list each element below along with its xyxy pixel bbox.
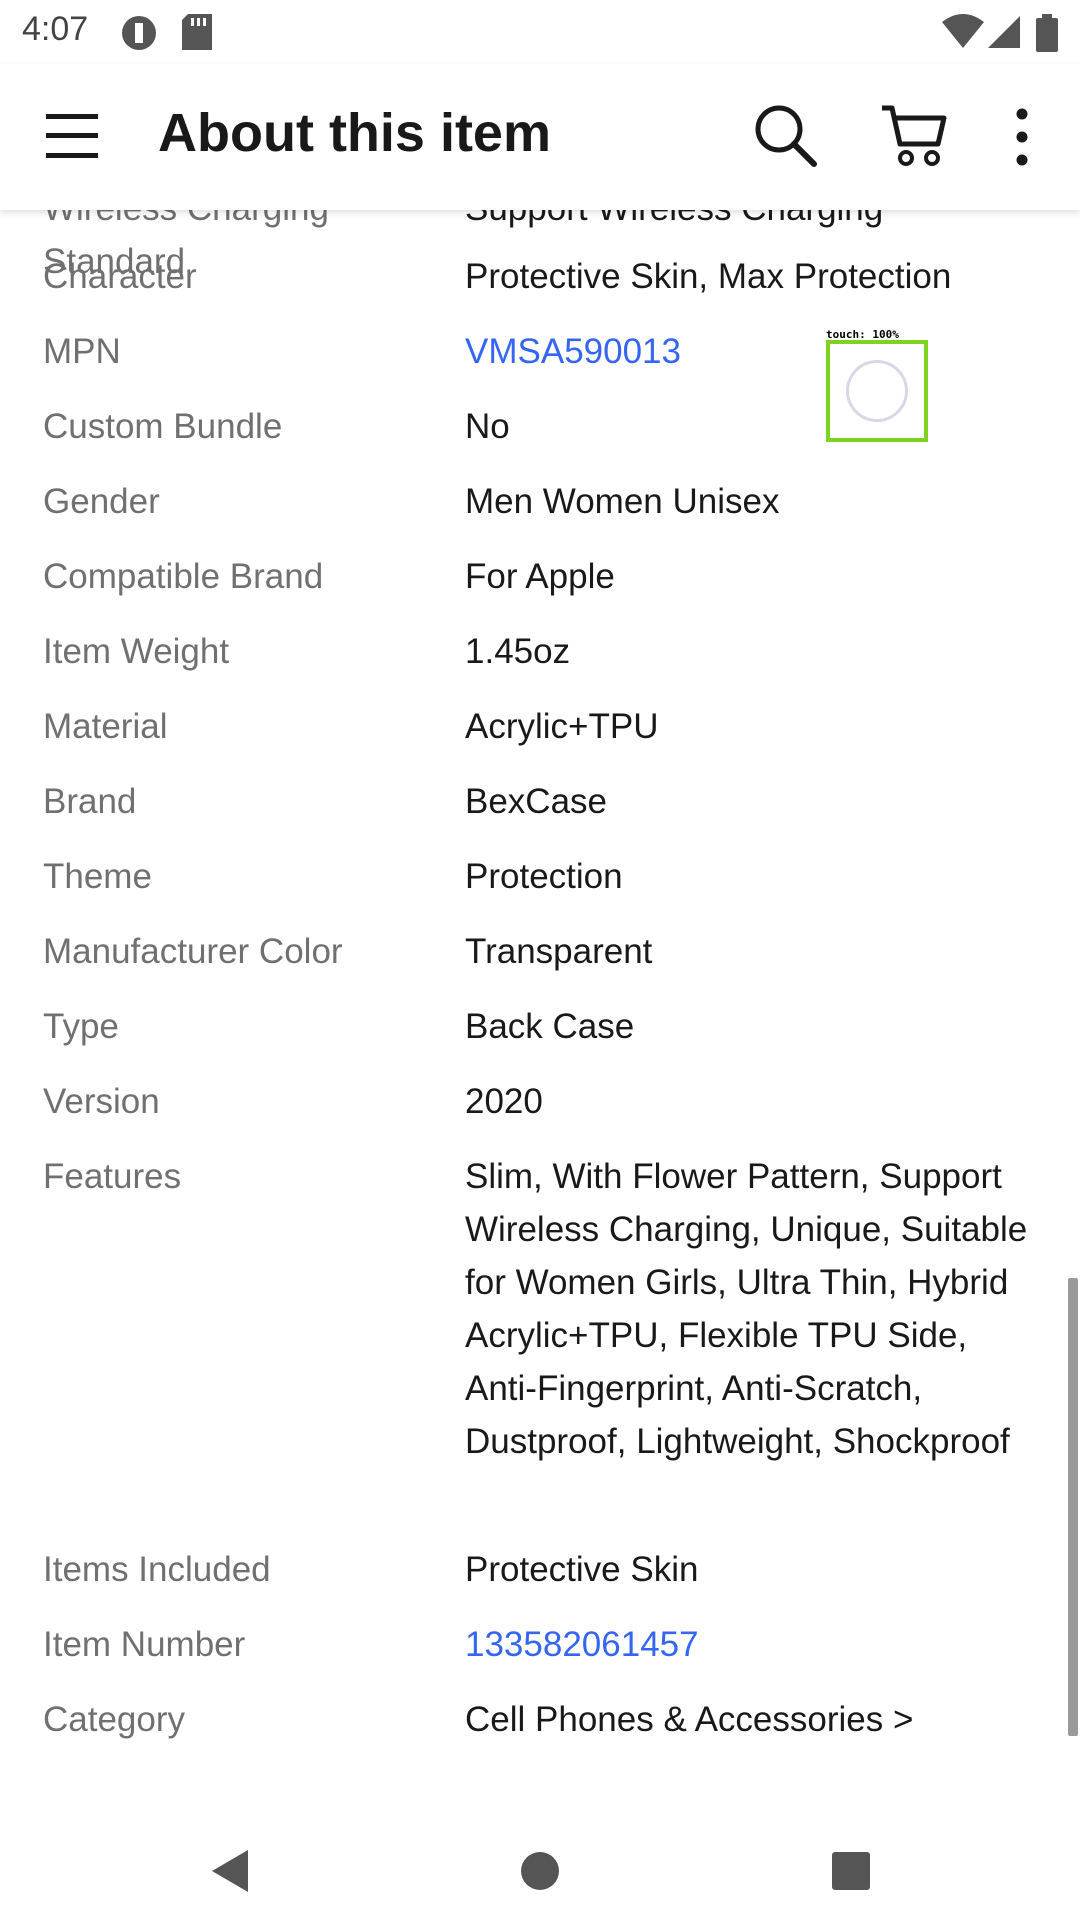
status-bar: 4:07 xyxy=(0,0,1080,64)
spec-label: MPN xyxy=(43,332,121,371)
spec-label: Theme xyxy=(43,857,152,896)
spec-label: Version xyxy=(43,1082,160,1121)
spec-value: Protection xyxy=(465,857,623,896)
spec-value: Cell Phones & Accessories > xyxy=(465,1700,914,1739)
home-icon[interactable] xyxy=(515,1846,565,1896)
spec-label: Material xyxy=(43,707,168,746)
spec-value: BexCase xyxy=(465,782,608,821)
spec-label-cut: Wireless Charging xyxy=(43,210,329,228)
spec-label: Character xyxy=(43,257,197,296)
menu-icon[interactable] xyxy=(44,108,100,164)
cart-icon[interactable] xyxy=(880,102,948,168)
spec-label: Gender xyxy=(43,482,160,521)
spec-value: Men Women Unisex xyxy=(465,482,780,521)
search-icon[interactable] xyxy=(752,102,818,168)
data-saver-icon xyxy=(120,14,158,57)
spec-value: No xyxy=(465,407,510,446)
page-title: About this item xyxy=(158,103,551,163)
status-time: 4:07 xyxy=(22,10,89,48)
spec-value: For Apple xyxy=(465,557,615,596)
sd-card-icon xyxy=(182,14,212,55)
more-vert-icon[interactable] xyxy=(1000,106,1044,168)
spec-label: Compatible Brand xyxy=(43,557,324,596)
spec-label: Type xyxy=(43,1007,119,1046)
spec-value-link[interactable]: 133582061457 xyxy=(465,1618,1045,1671)
spec-value: 2020 xyxy=(465,1082,543,1121)
spec-value: Transparent xyxy=(465,932,653,971)
spec-label: Brand xyxy=(43,782,137,821)
back-icon[interactable] xyxy=(206,1846,256,1896)
system-nav-bar xyxy=(0,1820,1080,1920)
spec-value: Support Wireless Charging xyxy=(465,210,1045,235)
app-bar: About this item xyxy=(0,64,1080,210)
spec-label: Features xyxy=(43,1157,182,1196)
spec-value: Acrylic+TPU xyxy=(465,707,659,746)
spec-label: Manufacturer Color xyxy=(43,932,343,971)
spec-value: Protective Skin xyxy=(465,1550,699,1589)
item-specifics-list[interactable]: Wireless Charging Standard Support Wirel… xyxy=(0,210,1080,1820)
scrollbar[interactable] xyxy=(1068,1278,1078,1736)
spec-value-link[interactable]: VMSA590013 xyxy=(465,325,1045,378)
touch-indicator xyxy=(826,340,928,442)
touch-point xyxy=(846,360,908,422)
spec-value: Slim, With Flower Pattern, Support Wirel… xyxy=(465,1157,1028,1461)
spec-label: Item Weight xyxy=(43,632,230,671)
signal-icon xyxy=(988,14,1022,55)
spec-value: 1.45oz xyxy=(465,632,571,671)
spec-label: Item Number xyxy=(43,1625,246,1664)
battery-icon xyxy=(1036,14,1058,57)
spec-label: Custom Bundle xyxy=(43,407,283,446)
recents-icon[interactable] xyxy=(826,1846,876,1896)
wifi-icon xyxy=(942,14,984,55)
spec-label: Category xyxy=(43,1700,186,1739)
spec-value: Protective Skin, Max Protection xyxy=(465,257,952,296)
spec-value: Back Case xyxy=(465,1007,635,1046)
spec-label: Items Included xyxy=(43,1550,271,1589)
